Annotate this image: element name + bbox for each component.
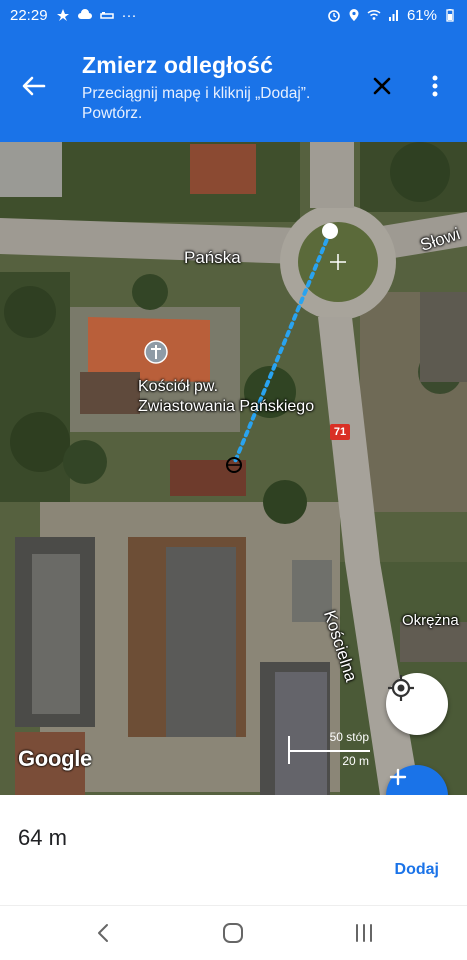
label-street-panska: Pańska <box>184 248 241 267</box>
arrow-back-icon[interactable] <box>18 70 50 102</box>
satellite-map[interactable]: Pańska Słowi Kościół pw. Zwiastowania Pa… <box>0 142 467 795</box>
plus-icon <box>389 768 407 786</box>
alarm-icon <box>328 10 340 22</box>
page-title: Zmierz odległość <box>82 52 274 78</box>
app-bar: Zmierz odległość Przeciągnij mapę i klik… <box>0 30 467 142</box>
my-location-icon <box>388 675 414 701</box>
wifi-icon <box>367 9 381 20</box>
total-distance: 64 m <box>18 825 67 850</box>
road-number-badge: 71 <box>330 424 350 440</box>
measure-panel: 64 m Dodaj <box>0 795 467 905</box>
more-notifications-indicator: ··· <box>121 6 137 24</box>
my-location-button[interactable] <box>386 673 448 735</box>
close-icon[interactable] <box>366 70 398 102</box>
status-time: 22:29 <box>10 6 48 24</box>
battery-percentage: 61% <box>406 6 437 24</box>
label-street-okrezna: Okrężna <box>402 612 459 629</box>
cloud-icon <box>77 9 92 19</box>
location-icon <box>349 9 359 21</box>
map-scale: 50 stóp 20 m <box>288 730 373 774</box>
nav-recents-icon[interactable] <box>353 923 375 943</box>
battery-icon <box>446 9 454 22</box>
screen: 22:29 ··· 61% Zmierz odległość Przeciągn… <box>0 0 467 960</box>
scale-imperial: 50 stóp <box>329 730 369 744</box>
page-subtitle: Przeciągnij mapę i kliknij „Dodaj”. Powt… <box>82 85 311 122</box>
bed-icon <box>99 12 114 19</box>
more-vert-icon[interactable] <box>420 70 450 102</box>
label-church-line1: Kościół pw. <box>138 378 219 395</box>
nav-back-icon[interactable] <box>94 922 114 944</box>
notification-icon <box>56 9 69 21</box>
google-logo: Google <box>18 746 92 771</box>
status-bar: 22:29 ··· 61% <box>0 0 467 30</box>
signal-icon <box>388 10 398 21</box>
label-church-line2: Zwiastowania Pańskiego <box>138 398 315 415</box>
nav-home-icon[interactable] <box>222 922 244 944</box>
system-nav-bar <box>0 905 467 960</box>
scale-metric: 20 m <box>342 754 369 768</box>
add-button[interactable]: Dodaj <box>395 861 439 879</box>
measure-start-point <box>322 223 338 239</box>
